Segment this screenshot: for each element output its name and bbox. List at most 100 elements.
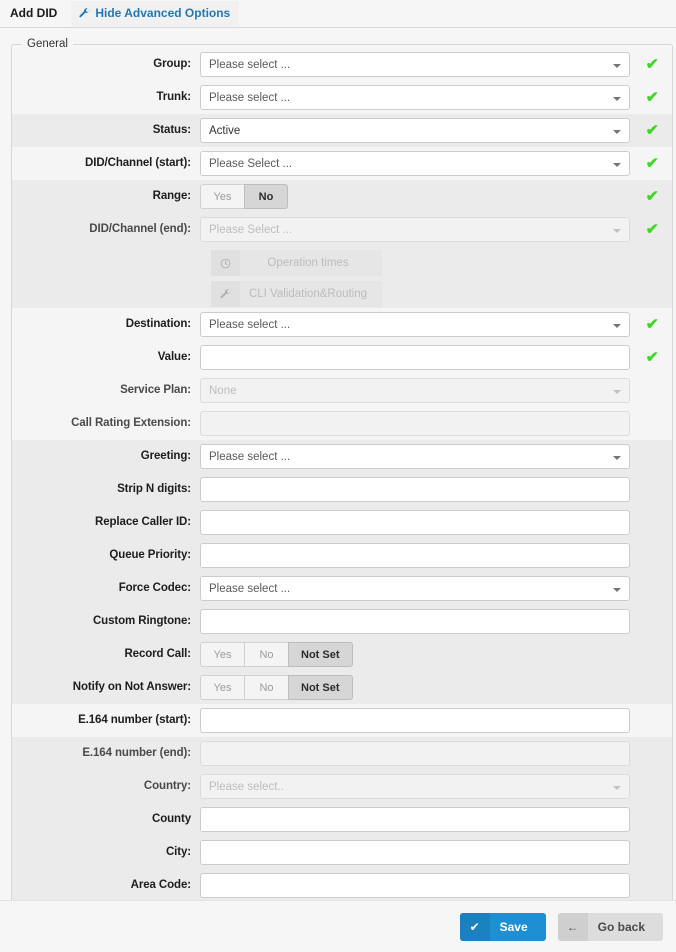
tab-add-did[interactable]: Add DID — [0, 1, 71, 27]
notify-option-no[interactable]: No — [244, 675, 288, 700]
wrench-icon — [211, 281, 240, 307]
value-input[interactable] — [200, 345, 630, 370]
label-queue-priority: Queue Priority: — [109, 549, 191, 561]
label-custom-ringtone: Custom Ringtone: — [92, 615, 191, 627]
record-call-option-no[interactable]: No — [244, 642, 288, 667]
queue-priority-input[interactable] — [200, 543, 630, 568]
operation-times-label: Operation times — [267, 257, 349, 269]
row-area-code: Area Code: — [12, 869, 672, 902]
valid-check-icon: ✔ — [645, 56, 659, 73]
row-county: County — [12, 803, 672, 836]
label-value: Value: — [157, 351, 191, 363]
label-status: Status: — [152, 124, 191, 136]
wrench-icon — [79, 8, 90, 19]
strip-n-digits-input[interactable] — [200, 477, 630, 502]
chevron-down-icon — [613, 129, 621, 134]
chevron-down-icon — [613, 455, 621, 460]
replace-caller-id-input[interactable] — [200, 510, 630, 535]
notify-on-not-answer-toggle-group: Yes No Not Set — [200, 675, 353, 700]
group-select[interactable]: Please select ... — [200, 52, 630, 77]
cli-validation-routing-button[interactable]: CLI Validation&Routing — [211, 281, 382, 307]
row-e164-end: E.164 number (end): — [12, 737, 672, 770]
row-did-channel-start: DID/Channel (start): Please Select ... ✔ — [12, 147, 672, 180]
label-replace-caller-id: Replace Caller ID: — [95, 516, 191, 528]
label-greeting: Greeting: — [140, 450, 191, 462]
trunk-value: Please select ... — [209, 91, 291, 104]
city-input[interactable] — [200, 840, 630, 865]
custom-ringtone-input[interactable] — [200, 609, 630, 634]
did-channel-end-value: Please Select ... — [209, 223, 293, 236]
row-city: City: — [12, 836, 672, 869]
status-value: Active — [209, 124, 241, 137]
valid-check-icon: ✔ — [645, 122, 659, 139]
force-codec-select[interactable]: Please select ... — [200, 576, 630, 601]
row-replace-caller-id: Replace Caller ID: — [12, 506, 672, 539]
record-call-option-not-set[interactable]: Not Set — [288, 642, 353, 667]
label-notify-on-not-answer: Notify on Not Answer: — [72, 681, 191, 693]
status-select[interactable]: Active — [200, 118, 630, 143]
label-county: County — [151, 813, 191, 825]
row-force-codec: Force Codec: Please select ... — [12, 572, 672, 605]
chevron-down-icon — [613, 96, 621, 101]
general-fieldset: General Group: Please select ... ✔ Trunk… — [11, 38, 673, 913]
toggle-advanced-options-button[interactable]: Hide Advanced Options — [71, 1, 240, 27]
operation-times-button[interactable]: Operation times — [211, 250, 382, 276]
cli-validation-routing-label: CLI Validation&Routing — [248, 288, 368, 300]
range-toggle-group: Yes No — [200, 184, 288, 209]
valid-check-icon: ✔ — [645, 349, 659, 366]
greeting-select[interactable]: Please select ... — [200, 444, 630, 469]
tab-bar: Add DID Hide Advanced Options — [0, 0, 676, 28]
row-group: Group: Please select ... ✔ — [12, 48, 672, 81]
chevron-down-icon — [613, 389, 621, 394]
county-input[interactable] — [200, 807, 630, 832]
row-range: Range: Yes No ✔ — [12, 180, 672, 213]
valid-check-icon: ✔ — [645, 316, 659, 333]
row-record-call: Record Call: Yes No Not Set — [12, 638, 672, 671]
service-plan-value: None — [209, 384, 237, 397]
check-icon: ✔ — [459, 912, 490, 941]
go-back-label: Go back — [597, 919, 645, 934]
e164-start-input[interactable] — [200, 708, 630, 733]
label-strip-n-digits: Strip N digits: — [117, 483, 191, 495]
form-footer: ✔ Save ← Go back — [0, 900, 676, 952]
label-city: City: — [165, 846, 191, 858]
chevron-down-icon — [613, 323, 621, 328]
did-channel-start-value: Please Select ... — [209, 157, 293, 170]
destination-select[interactable]: Please select ... — [200, 312, 630, 337]
label-force-codec: Force Codec: — [118, 582, 191, 594]
row-trunk: Trunk: Please select ... ✔ — [12, 81, 672, 114]
notify-option-not-set[interactable]: Not Set — [288, 675, 353, 700]
chevron-down-icon — [613, 228, 621, 233]
e164-end-input — [200, 741, 630, 766]
label-trunk: Trunk: — [156, 91, 191, 103]
country-select: Please select.. — [200, 774, 630, 799]
country-value: Please select.. — [209, 780, 284, 793]
range-option-yes[interactable]: Yes — [200, 184, 244, 209]
save-button[interactable]: ✔ Save — [459, 912, 546, 941]
valid-check-icon: ✔ — [645, 89, 659, 106]
call-rating-extension-input — [200, 411, 630, 436]
chevron-down-icon — [613, 587, 621, 592]
label-call-rating-extension: Call Rating Extension: — [71, 417, 191, 429]
row-call-rating-extension: Call Rating Extension: — [12, 407, 672, 440]
force-codec-value: Please select ... — [209, 582, 291, 595]
clock-icon — [211, 250, 240, 276]
row-queue-priority: Queue Priority: — [12, 539, 672, 572]
row-greeting: Greeting: Please select ... — [12, 440, 672, 473]
label-e164-start: E.164 number (start): — [78, 714, 191, 726]
record-call-option-yes[interactable]: Yes — [200, 642, 244, 667]
label-group: Group: — [153, 58, 191, 70]
advanced-options-label: Hide Advanced Options — [95, 6, 231, 20]
did-channel-start-select[interactable]: Please Select ... — [200, 151, 630, 176]
trunk-select[interactable]: Please select ... — [200, 85, 630, 110]
chevron-down-icon — [613, 63, 621, 68]
notify-option-yes[interactable]: Yes — [200, 675, 244, 700]
area-code-input[interactable] — [200, 873, 630, 898]
go-back-button[interactable]: ← Go back — [557, 912, 663, 941]
label-did-channel-start: DID/Channel (start): — [85, 157, 191, 169]
label-country: Country: — [143, 780, 191, 792]
valid-check-icon: ✔ — [645, 221, 659, 238]
range-option-no[interactable]: No — [244, 184, 288, 209]
save-label: Save — [499, 919, 528, 934]
destination-value: Please select ... — [209, 318, 291, 331]
